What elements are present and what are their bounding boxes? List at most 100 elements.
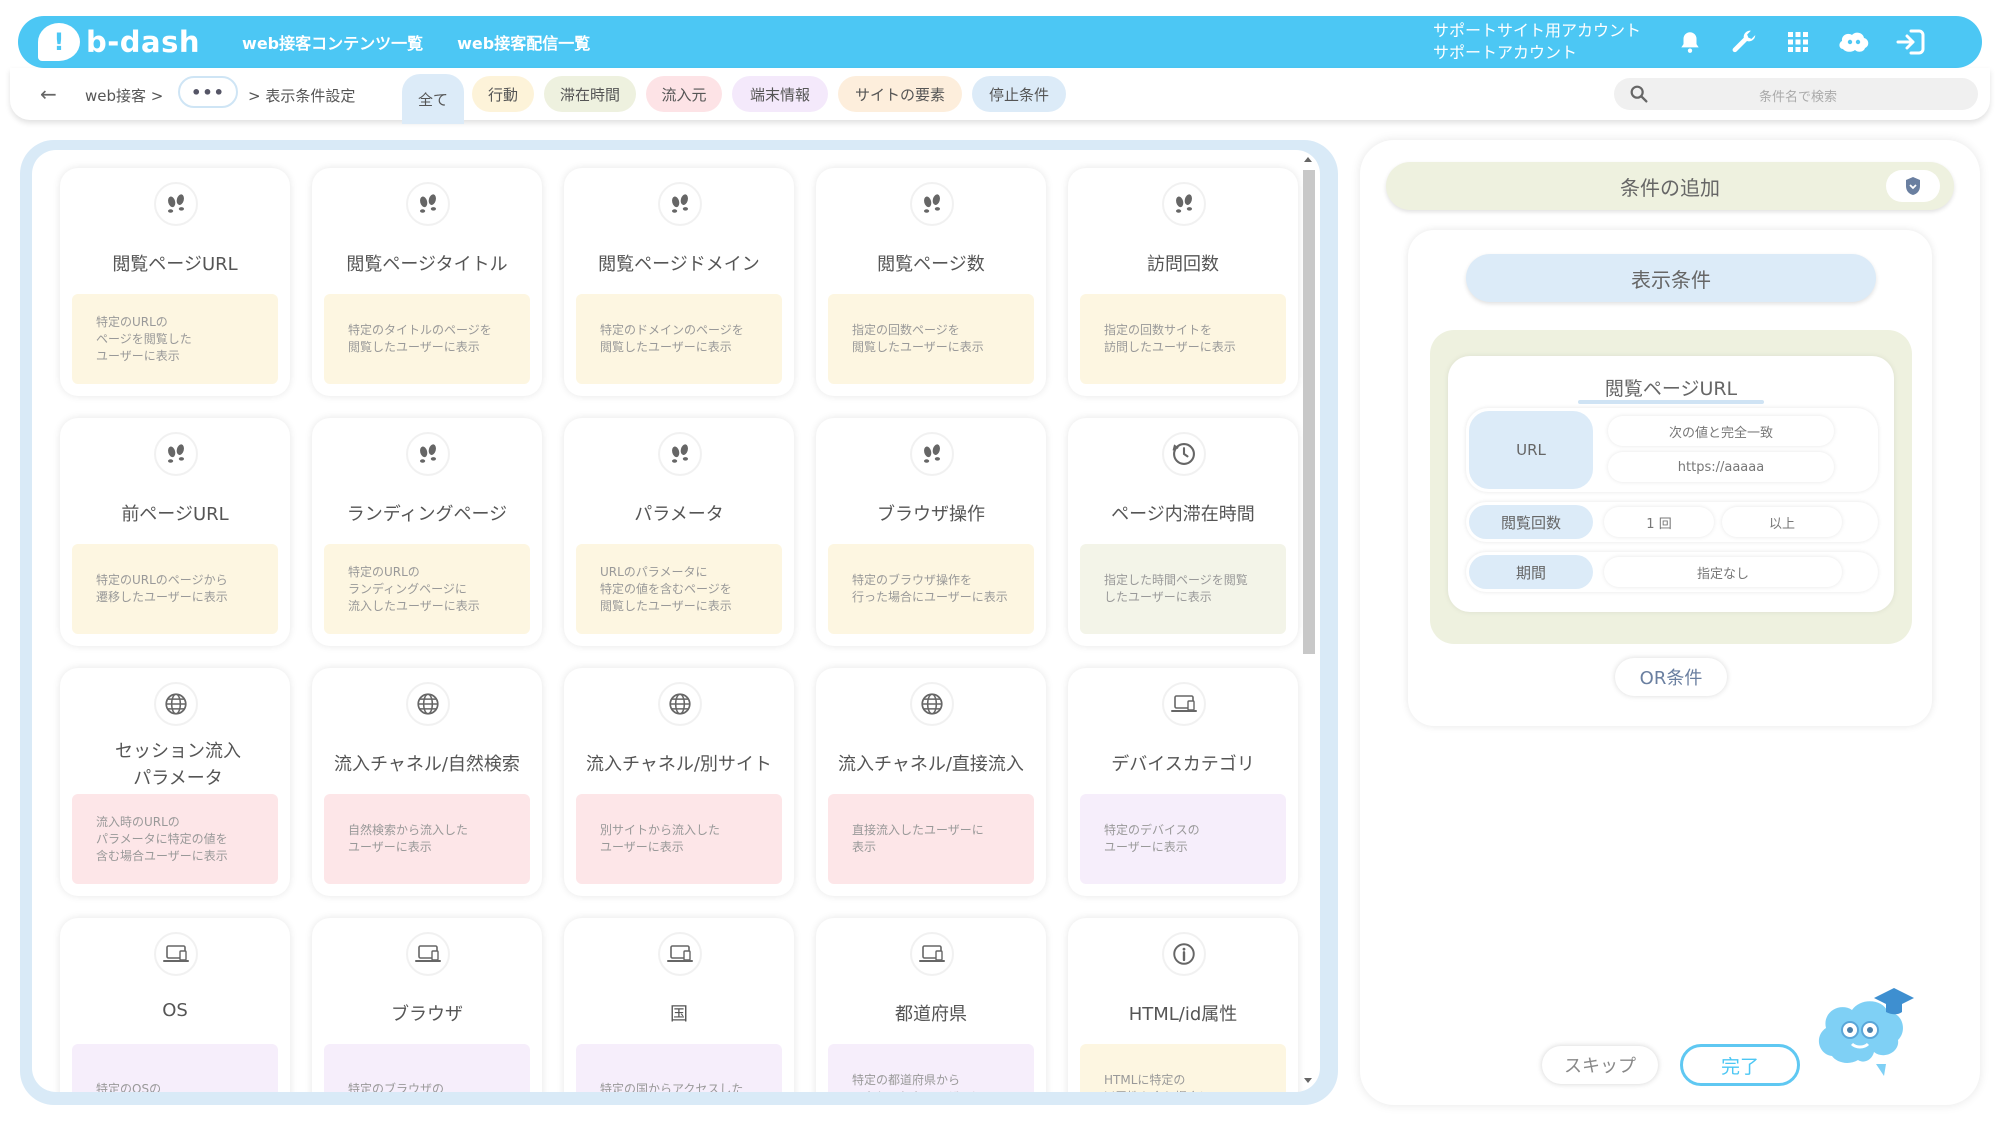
logout-icon[interactable] xyxy=(1892,24,1928,60)
condition-card-title: 流入チャネル/直接流入 xyxy=(838,754,1024,775)
views-label: 閲覧回数 xyxy=(1469,505,1593,539)
clock-icon xyxy=(1162,432,1206,476)
condition-card[interactable]: HTML/id属性 HTMLに特定の id属性を含む場合に xyxy=(1068,918,1298,1092)
account-name: サポートアカウント xyxy=(1433,43,1578,62)
condition-card[interactable]: 前ページURL 特定のURLのページから 遷移したユーザーに表示 xyxy=(60,418,290,646)
condition-card-title: 閲覧ページ数 xyxy=(877,254,985,275)
scrollbar-thumb[interactable] xyxy=(1303,170,1315,654)
condition-card[interactable]: 流入チャネル/直接流入直接流入したユーザーに 表示 xyxy=(816,668,1046,896)
condition-card-title: デバイスカテゴリ xyxy=(1111,754,1255,775)
top-header: ! b-dash web接客コンテンツ一覧 web接客配信一覧 サポートサイト用… xyxy=(18,16,1982,68)
scroll-up-icon[interactable] xyxy=(1300,152,1316,166)
globe-icon xyxy=(406,682,450,726)
condition-card[interactable]: 国特定の国からアクセスした xyxy=(564,918,794,1092)
tab-device-info[interactable]: 端末情報 xyxy=(732,76,828,112)
mascot-icon[interactable] xyxy=(1836,24,1872,60)
add-condition-bar[interactable]: 条件の追加 xyxy=(1386,162,1954,210)
condition-catalog-panel: 閲覧ページURL 特定のURLの ページを閲覧した ユーザーに表示 閲覧ページタイト… xyxy=(20,140,1338,1105)
condition-card-title: 流入チャネル/別サイト xyxy=(586,754,772,775)
condition-card-title: 閲覧ページタイトル xyxy=(346,254,508,275)
back-arrow-icon[interactable]: ← xyxy=(40,82,57,106)
condition-card[interactable]: OS 特定のOSの xyxy=(60,918,290,1092)
condition-card[interactable]: 閲覧ページタイトル特定のタイトルのページを 閲覧したユーザーに表示 xyxy=(312,168,542,396)
display-condition-title: 表示条件 xyxy=(1466,254,1876,302)
breadcrumb-more-button[interactable]: ••• xyxy=(178,76,238,108)
condition-card-description: 流入時のURLの パラメータに特定の値を 含む場合ユーザーに表示 xyxy=(72,794,278,884)
condition-card-page-url[interactable]: 閲覧ページURL URL 次の値と完全一致 https://aaaaa 閲覧回数… xyxy=(1448,356,1894,612)
url-row: URL 次の値と完全一致 https://aaaaa xyxy=(1466,408,1878,492)
condition-title-underline xyxy=(1578,400,1764,404)
condition-card-title: OS xyxy=(162,1000,188,1021)
condition-card-title: 都道府県 xyxy=(895,1004,967,1025)
url-match-select[interactable]: 次の値と完全一致 xyxy=(1608,416,1834,446)
condition-card[interactable]: 訪問回数 指定の回数サイトを 訪問したユーザーに表示 xyxy=(1068,168,1298,396)
skip-button[interactable]: スキップ xyxy=(1542,1046,1658,1084)
filter-toggle-button[interactable] xyxy=(1886,170,1940,202)
breadcrumb-current: > 表示条件設定 xyxy=(248,87,356,105)
shield-arrow-icon xyxy=(1906,177,1920,195)
account-info[interactable]: サポートサイト用アカウント サポートアカウント xyxy=(1433,20,1641,64)
footprints-icon xyxy=(406,182,450,226)
period-select[interactable]: 指定なし xyxy=(1604,557,1842,587)
condition-card-title: 流入チャネル/自然検索 xyxy=(334,754,520,775)
condition-card-description: 特定のタイトルのページを 閲覧したユーザーに表示 xyxy=(324,294,530,384)
condition-card[interactable]: 都道府県特定の都道府県から アクセスしたユーザーに xyxy=(816,918,1046,1092)
footprints-icon xyxy=(154,432,198,476)
tab-site-elements[interactable]: サイトの要素 xyxy=(838,76,962,112)
logo-mark-icon: ! xyxy=(38,23,80,61)
url-value-input[interactable]: https://aaaaa xyxy=(1608,452,1834,482)
or-condition-button[interactable]: OR条件 xyxy=(1615,658,1727,696)
nav-web-delivery[interactable]: web接客配信一覧 xyxy=(457,30,590,54)
condition-card[interactable]: ブラウザ 特定のブラウザの xyxy=(312,918,542,1092)
globe-icon xyxy=(910,682,954,726)
search-icon xyxy=(1630,85,1648,103)
wrench-icon[interactable] xyxy=(1726,24,1762,60)
condition-card[interactable]: セッション流入 パラメータ 流入時のURLの パラメータに特定の値を 含む場合ユー… xyxy=(60,668,290,896)
condition-card[interactable]: ブラウザ操作 特定のブラウザ操作を 行った場合にユーザーに表示 xyxy=(816,418,1046,646)
done-button[interactable]: 完了 xyxy=(1680,1044,1800,1086)
condition-card-description: 直接流入したユーザーに 表示 xyxy=(828,794,1034,884)
condition-group: 閲覧ページURL URL 次の値と完全一致 https://aaaaa 閲覧回数… xyxy=(1430,330,1912,644)
logo[interactable]: ! b-dash xyxy=(38,23,200,61)
footprints-icon xyxy=(1162,182,1206,226)
condition-card[interactable]: 閲覧ページ数 指定の回数ページを 閲覧したユーザーに表示 xyxy=(816,168,1046,396)
catalog-scrollbar[interactable] xyxy=(1300,150,1316,1090)
bell-icon[interactable] xyxy=(1672,24,1708,60)
nav-web-contents[interactable]: web接客コンテンツ一覧 xyxy=(242,30,423,54)
tab-source[interactable]: 流入元 xyxy=(646,76,722,112)
condition-card-title: 閲覧ページURL xyxy=(112,254,238,275)
tab-all[interactable]: 全て xyxy=(402,74,464,124)
condition-card[interactable]: 閲覧ページURL 特定のURLの ページを閲覧した ユーザーに表示 xyxy=(60,168,290,396)
condition-card[interactable]: ランディングページ 特定のURLの ランディングページに 流入したユーザーに表示 xyxy=(312,418,542,646)
display-condition-box: 表示条件 閲覧ページURL URL 次の値と完全一致 https://aaaaa… xyxy=(1408,230,1932,726)
condition-card-title: 閲覧ページURL xyxy=(1604,378,1738,400)
condition-card[interactable]: 閲覧ページドメイン 特定のドメインのページを 閲覧したユーザーに表示 xyxy=(564,168,794,396)
condition-card-title: 訪問回数 xyxy=(1147,254,1219,275)
breadcrumb-web[interactable]: web接客 > xyxy=(85,85,163,106)
condition-card-description: 特定の都道府県から アクセスしたユーザーに xyxy=(828,1044,1034,1092)
grid-icon[interactable] xyxy=(1780,24,1816,60)
footprints-icon xyxy=(658,432,702,476)
condition-card-title: 前ページURL xyxy=(121,504,229,525)
condition-catalog-scroll-area[interactable]: 閲覧ページURL 特定のURLの ページを閲覧した ユーザーに表示 閲覧ページタイト… xyxy=(32,150,1320,1092)
add-condition-label: 条件の追加 xyxy=(1620,175,1720,200)
tab-action[interactable]: 行動 xyxy=(472,76,534,112)
scroll-down-icon[interactable] xyxy=(1300,1074,1316,1088)
laptop-icon xyxy=(658,932,702,976)
tab-stay-time[interactable]: 滞在時間 xyxy=(544,76,636,112)
footprints-icon xyxy=(658,182,702,226)
condition-card[interactable]: 流入チャネル/別サイト 別サイトから流入した ユーザーに表示 xyxy=(564,668,794,896)
condition-card[interactable]: パラメータ URLのパラメータに 特定の値を含むページを 閲覧したユーザーに表示 xyxy=(564,418,794,646)
views-count-input[interactable]: 1 回 xyxy=(1604,507,1714,537)
condition-card[interactable]: デバイスカテゴリ 特定のデバイスの ユーザーに表示 xyxy=(1068,668,1298,896)
mascot-helper-icon[interactable] xyxy=(1812,978,1922,1078)
search-input[interactable]: 条件名で検索 xyxy=(1614,78,1978,110)
views-operator-select[interactable]: 以上 xyxy=(1722,507,1842,537)
views-row: 閲覧回数 1 回 以上 xyxy=(1466,502,1878,542)
condition-card-title: ランディングページ xyxy=(346,504,508,525)
period-row: 期間 指定なし xyxy=(1466,552,1878,592)
condition-card[interactable]: 流入チャネル/自然検索 自然検索から流入した ユーザーに表示 xyxy=(312,668,542,896)
condition-card[interactable]: ページ内滞在時間 指定した時間ページを閲覧 したユーザーに表示 xyxy=(1068,418,1298,646)
url-label: URL xyxy=(1469,411,1593,489)
tab-stop-conditions[interactable]: 停止条件 xyxy=(972,76,1066,112)
